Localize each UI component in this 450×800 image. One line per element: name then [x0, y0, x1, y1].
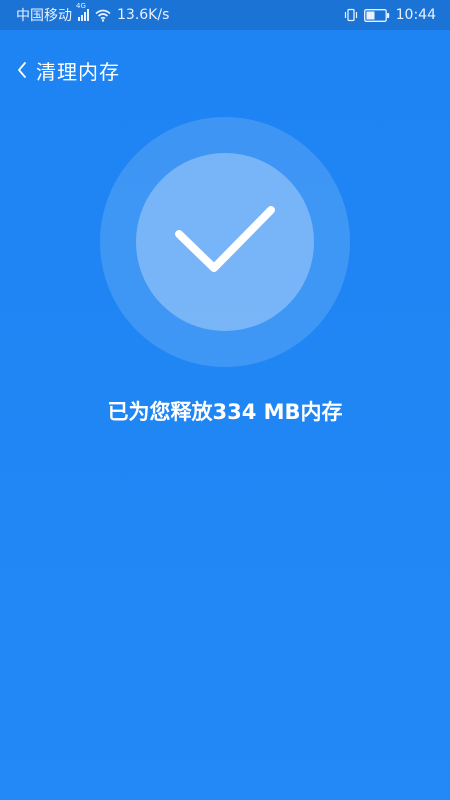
battery-icon: [363, 8, 390, 22]
clock: 10:44: [395, 7, 436, 23]
page-title: 清理内存: [36, 59, 120, 84]
vibrate-icon: [344, 8, 358, 22]
checkmark-icon: [170, 198, 280, 282]
signal-icon: 4G: [76, 3, 89, 21]
status-right: 10:44: [344, 7, 436, 23]
back-button[interactable]: [0, 60, 28, 80]
status-left: 中国移动 4G 13.6K/s: [16, 3, 170, 25]
carrier-name: 中国移动: [16, 8, 72, 24]
status-bar: 中国移动 4G 13.6K/s 10:44: [0, 0, 450, 30]
result-message: 已为您释放334 MB内存: [107, 400, 343, 424]
back-arrow-icon: [16, 60, 28, 80]
wifi-icon: [95, 9, 111, 22]
network-speed: 13.6K/s: [117, 7, 170, 23]
network-type: 4G: [76, 2, 86, 10]
header-bar: 清理内存: [0, 52, 450, 88]
